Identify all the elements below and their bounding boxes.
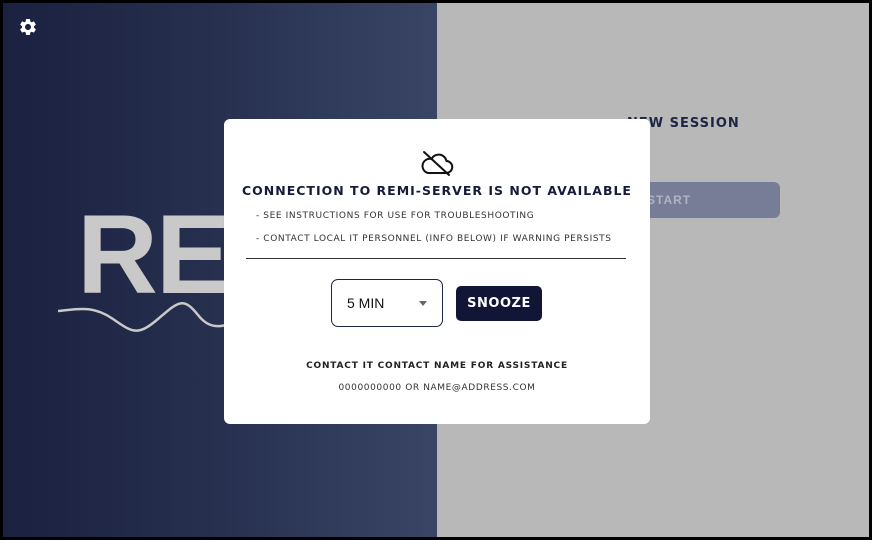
instruction-bullet: - SEE INSTRUCTIONS FOR USE FOR TROUBLESH… (256, 211, 535, 221)
contact-title: CONTACT IT CONTACT NAME FOR ASSISTANCE (306, 361, 568, 371)
instruction-bullet: - CONTACT LOCAL IT PERSONNEL (INFO BELOW… (256, 234, 612, 244)
snooze-duration-select[interactable]: 5 MIN (331, 279, 443, 327)
modal-overlay: CONNECTION TO REMI-SERVER IS NOT AVAILAB… (3, 3, 869, 537)
chevron-down-icon (419, 301, 427, 306)
snooze-button[interactable]: SNOOZE (456, 286, 542, 321)
snooze-duration-value: 5 MIN (347, 295, 385, 311)
connection-error-modal: CONNECTION TO REMI-SERVER IS NOT AVAILAB… (224, 119, 650, 424)
modal-title: CONNECTION TO REMI-SERVER IS NOT AVAILAB… (242, 183, 632, 198)
cloud-off-icon (421, 151, 454, 176)
app-window: REMI NEW SESSION START CONNECTION TO REM… (3, 3, 869, 537)
divider (246, 258, 626, 259)
contact-info: 0000000000 OR NAME@ADDRESS.COM (338, 383, 536, 393)
